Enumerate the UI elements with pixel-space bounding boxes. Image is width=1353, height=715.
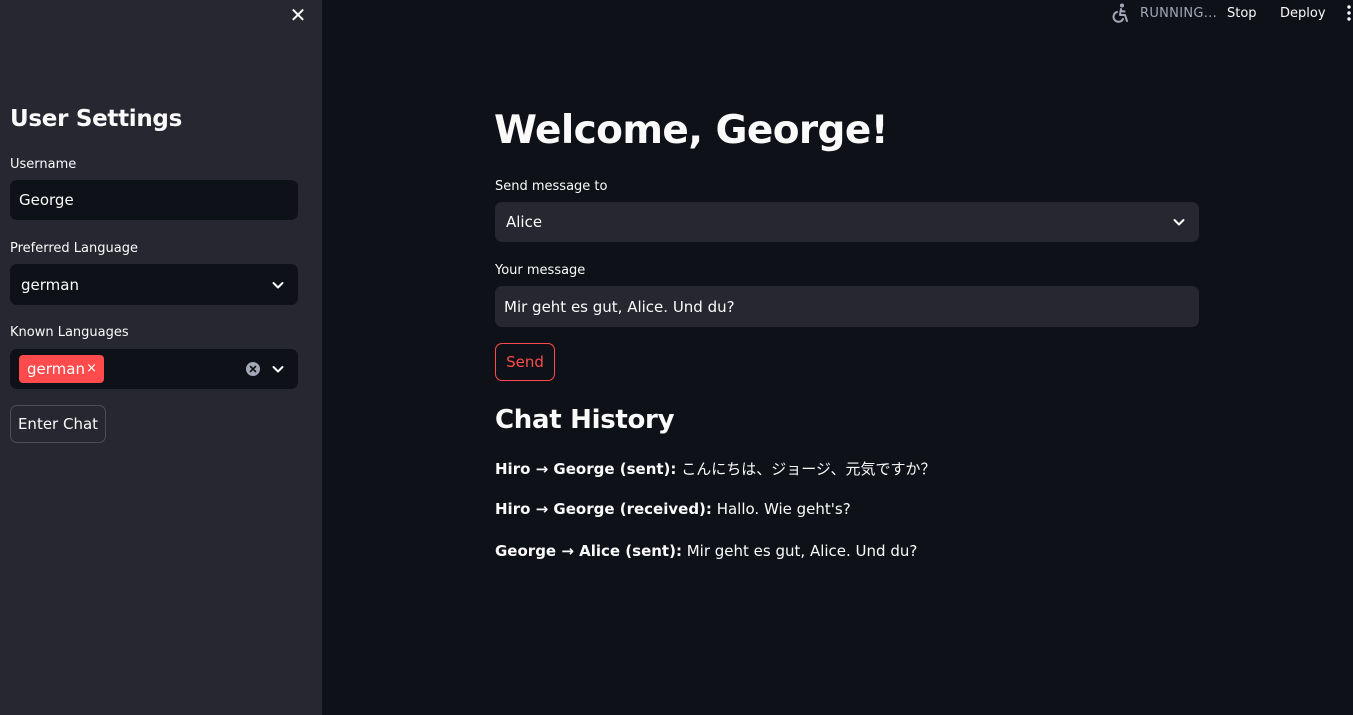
page-title: Welcome, George! [494, 108, 888, 153]
chat-message-prefix: George → Alice (sent): [495, 542, 682, 560]
known-languages-multiselect[interactable]: german × [10, 349, 298, 389]
preferred-language-label: Preferred Language [10, 241, 138, 256]
enter-chat-button[interactable]: Enter Chat [10, 405, 106, 443]
sidebar: ✕ User Settings Username George Preferre… [0, 0, 322, 715]
chevron-down-icon[interactable] [270, 361, 286, 377]
chat-message-text: こんにちは、ジョージ、元気ですか？ [681, 460, 936, 478]
known-languages-label: Known Languages [10, 325, 129, 340]
sidebar-title: User Settings [10, 106, 182, 132]
chat-message-prefix: Hiro → George (received): [495, 500, 712, 518]
chat-history-title: Chat History [495, 405, 675, 435]
username-value: George [19, 191, 74, 209]
message-input[interactable]: Mir geht es gut, Alice. Und du? [495, 286, 1199, 327]
chat-message: Hiro → George (received): Hallo. Wie geh… [495, 500, 851, 518]
chip-remove-icon[interactable]: × [86, 361, 97, 376]
running-icon [1112, 3, 1128, 23]
chat-message-prefix: Hiro → George (sent): [495, 460, 677, 478]
recipient-value: Alice [506, 213, 543, 231]
recipient-label: Send message to [495, 179, 608, 194]
chat-message-text: Hallo. Wie geht's? [716, 500, 851, 518]
running-status: RUNNING... [1140, 6, 1218, 21]
message-value: Mir geht es gut, Alice. Und du? [504, 297, 735, 316]
chevron-down-icon [272, 281, 284, 288]
app: ✕ User Settings Username George Preferre… [0, 0, 1353, 715]
username-input[interactable]: George [10, 180, 298, 220]
preferred-language-value: german [21, 275, 79, 294]
preferred-language-select[interactable]: german [10, 264, 298, 305]
send-button[interactable]: Send [495, 343, 555, 381]
chat-message: Hiro → George (sent): こんにちは、ジョージ、元気ですか？ [495, 458, 935, 479]
clear-all-icon[interactable] [245, 361, 261, 377]
close-icon[interactable]: ✕ [288, 4, 308, 26]
language-chip-label: german [27, 360, 85, 378]
recipient-select[interactable]: Alice [495, 202, 1199, 242]
language-chip: german × [19, 355, 104, 383]
message-label: Your message [495, 263, 586, 278]
kebab-menu-icon[interactable] [1344, 3, 1353, 25]
username-label: Username [10, 157, 77, 172]
chevron-down-icon [1173, 219, 1185, 226]
deploy-button[interactable]: Deploy [1280, 6, 1326, 21]
chat-message-text: Mir geht es gut, Alice. Und du? [686, 542, 918, 560]
chat-message: George → Alice (sent): Mir geht es gut, … [495, 542, 917, 560]
stop-button[interactable]: Stop [1227, 6, 1257, 21]
